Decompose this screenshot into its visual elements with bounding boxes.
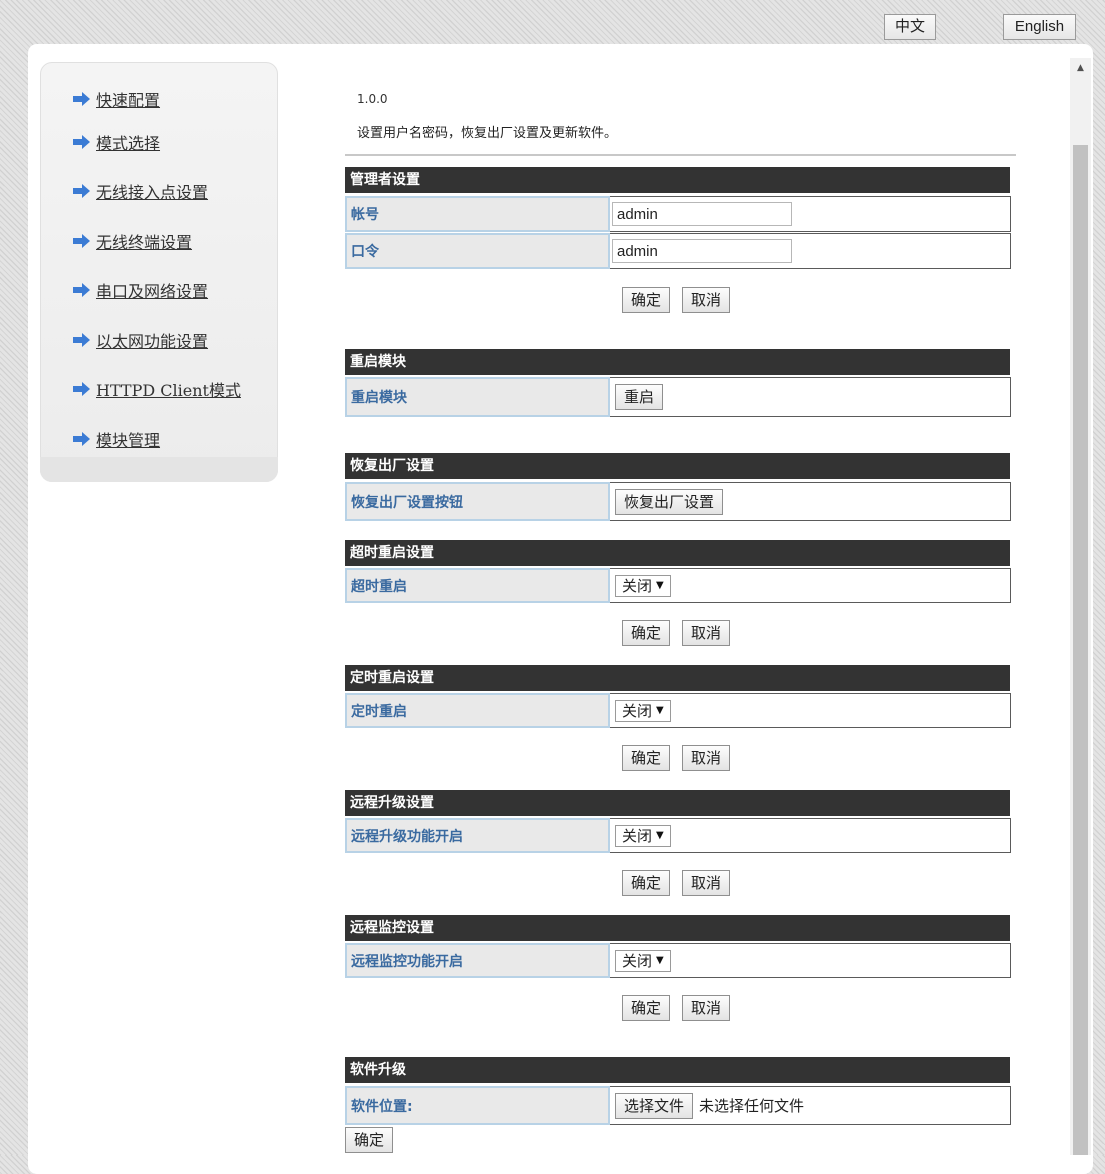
remote-upgrade-label: 远程升级功能开启 <box>345 818 610 853</box>
choose-file-button[interactable]: 选择文件 <box>615 1092 694 1119</box>
timeout-restart-row: 超时重启 关闭 ▼ <box>345 568 1011 603</box>
remote-monitor-section-header: 远程监控设置 <box>345 915 1010 941</box>
sidebar-footer <box>40 457 278 482</box>
select-value: 关闭 <box>622 951 653 970</box>
remote-monitor-confirm-button[interactable]: 确定 <box>622 995 671 1021</box>
factory-label: 恢复出厂设置按钮 <box>345 482 610 521</box>
account-row: 帐号 <box>345 196 1011 232</box>
nav-item-mode-select[interactable]: 模式选择 <box>72 129 160 155</box>
remote-upgrade-cancel-button[interactable]: 取消 <box>682 870 731 896</box>
arrow-right-icon <box>73 135 90 149</box>
remote-upgrade-section-header: 远程升级设置 <box>345 790 1010 816</box>
timeout-restart-cancel-button[interactable]: 取消 <box>682 620 731 646</box>
remote-monitor-select[interactable]: 关闭 ▼ <box>615 949 671 972</box>
timed-restart-confirm-button[interactable]: 确定 <box>622 745 671 771</box>
restart-row: 重启模块 重启 <box>345 377 1011 417</box>
nav-item-label: 无线接入点设置 <box>96 183 209 202</box>
software-section-header: 软件升级 <box>345 1057 1010 1083</box>
software-confirm-button[interactable]: 确定 <box>345 1127 394 1153</box>
timed-restart-label: 定时重启 <box>345 693 610 728</box>
scrollbar[interactable]: ▲ <box>1070 58 1091 1155</box>
remote-upgrade-select[interactable]: 关闭 ▼ <box>615 824 671 847</box>
remote-monitor-row: 远程监控功能开启 关闭 ▼ <box>345 943 1011 978</box>
sidebar <box>40 62 278 482</box>
nav-item-label: 无线终端设置 <box>96 233 193 252</box>
scroll-thumb[interactable] <box>1073 145 1088 1155</box>
divider <box>345 154 1016 156</box>
nav-item-module-management[interactable]: 模块管理 <box>72 426 160 452</box>
factory-reset-button[interactable]: 恢复出厂设置 <box>615 488 724 515</box>
dropdown-caret-icon: ▼ <box>656 579 664 591</box>
arrow-right-icon <box>73 234 90 248</box>
remote-upgrade-row: 远程升级功能开启 关闭 ▼ <box>345 818 1011 853</box>
version-text: 1.0.0 <box>357 92 388 106</box>
nav-item-label: 以太网功能设置 <box>96 332 209 351</box>
remote-monitor-cancel-button[interactable]: 取消 <box>682 995 731 1021</box>
select-value: 关闭 <box>622 701 653 720</box>
admin-confirm-button[interactable]: 确定 <box>622 287 671 313</box>
nav-item-ap-settings[interactable]: 无线接入点设置 <box>72 178 208 204</box>
timed-restart-row: 定时重启 关闭 ▼ <box>345 693 1011 728</box>
admin-section-header: 管理者设置 <box>345 167 1010 193</box>
nav-item-httpd-client[interactable]: HTTPD Client模式 <box>72 376 241 402</box>
nav-item-ethernet[interactable]: 以太网功能设置 <box>72 327 208 353</box>
scroll-up-arrow-icon[interactable]: ▲ <box>1070 58 1091 78</box>
arrow-right-icon <box>73 92 90 106</box>
software-label: 软件位置: <box>345 1086 610 1125</box>
dropdown-caret-icon: ▼ <box>656 829 664 841</box>
nav-item-sta-settings[interactable]: 无线终端设置 <box>72 228 192 254</box>
nav-item-label: 串口及网络设置 <box>96 282 209 301</box>
remote-monitor-label: 远程监控功能开启 <box>345 943 610 978</box>
factory-row: 恢复出厂设置按钮 恢复出厂设置 <box>345 482 1011 521</box>
nav-item-serial-network[interactable]: 串口及网络设置 <box>72 277 208 303</box>
remote-upgrade-confirm-button[interactable]: 确定 <box>622 870 671 896</box>
arrow-right-icon <box>73 184 90 198</box>
dropdown-caret-icon: ▼ <box>656 954 664 966</box>
account-input[interactable] <box>612 202 792 226</box>
nav-item-label: HTTPD Client模式 <box>96 381 241 400</box>
timeout-restart-select[interactable]: 关闭 ▼ <box>615 574 671 597</box>
lang-chinese-button[interactable]: 中文 <box>884 14 936 40</box>
arrow-right-icon <box>73 382 90 396</box>
nav-item-label: 模块管理 <box>96 431 161 450</box>
password-label: 口令 <box>345 233 610 269</box>
restart-button[interactable]: 重启 <box>615 384 664 410</box>
account-label: 帐号 <box>345 196 610 232</box>
admin-cancel-button[interactable]: 取消 <box>682 287 731 313</box>
nav-item-quick-config[interactable]: 快速配置 <box>72 86 160 112</box>
dropdown-caret-icon: ▼ <box>656 704 664 716</box>
timeout-restart-confirm-button[interactable]: 确定 <box>622 620 671 646</box>
select-value: 关闭 <box>622 826 653 845</box>
page-description: 设置用户名密码，恢复出厂设置及更新软件。 <box>357 126 618 141</box>
lang-english-button[interactable]: English <box>1003 14 1076 40</box>
timeout-restart-label: 超时重启 <box>345 568 610 603</box>
no-file-text: 未选择任何文件 <box>699 1097 805 1115</box>
arrow-right-icon <box>73 432 90 446</box>
arrow-right-icon <box>73 333 90 347</box>
timeout-restart-section-header: 超时重启设置 <box>345 540 1010 566</box>
nav-item-label: 快速配置 <box>96 91 161 110</box>
timed-restart-section-header: 定时重启设置 <box>345 665 1010 691</box>
password-row: 口令 <box>345 233 1011 269</box>
factory-section-header: 恢复出厂设置 <box>345 453 1010 479</box>
select-value: 关闭 <box>622 576 653 595</box>
restart-label: 重启模块 <box>345 377 610 417</box>
arrow-right-icon <box>73 283 90 297</box>
nav-item-label: 模式选择 <box>96 134 161 153</box>
timed-restart-select[interactable]: 关闭 ▼ <box>615 699 671 722</box>
restart-section-header: 重启模块 <box>345 349 1010 375</box>
timed-restart-cancel-button[interactable]: 取消 <box>682 745 731 771</box>
password-input[interactable] <box>612 239 792 263</box>
software-row: 软件位置: 选择文件 未选择任何文件 <box>345 1086 1011 1125</box>
